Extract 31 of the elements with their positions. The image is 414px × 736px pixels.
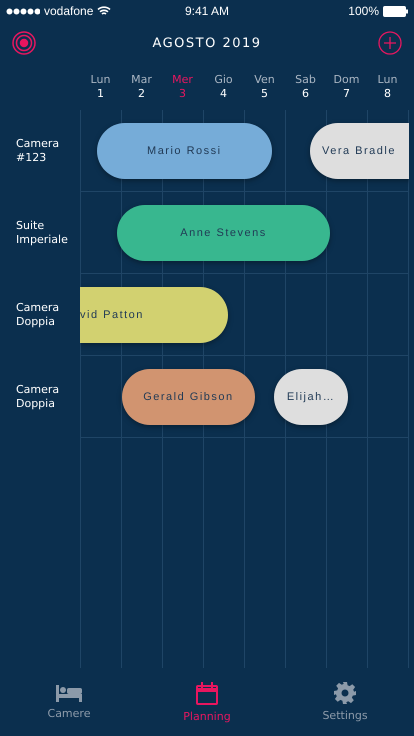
booking-bar[interactable]: vid Patton <box>80 287 228 343</box>
month-title: AGOSTO 2019 <box>152 36 262 50</box>
room-name: Camera #123 <box>16 137 60 165</box>
day-header[interactable]: Ven 5 <box>244 73 285 101</box>
bed-icon <box>56 684 82 702</box>
day-header[interactable]: Sab 6 <box>285 73 326 101</box>
tab-item[interactable]: Camere <box>0 668 138 736</box>
signal-icon <box>6 8 40 14</box>
battery-icon <box>383 6 408 16</box>
room-name: Camera Doppia <box>16 301 60 329</box>
room-name: Camera Doppia <box>16 383 60 411</box>
add-icon[interactable] <box>378 31 402 55</box>
carrier-name: vodafone <box>44 4 94 18</box>
battery-percent: 100% <box>348 4 379 18</box>
tab-item[interactable]: Settings <box>276 668 414 736</box>
settings-icon <box>334 682 356 704</box>
wifi-icon <box>97 6 112 16</box>
booking-bar[interactable]: Gerald Gibson <box>122 369 256 425</box>
day-header[interactable]: Lun 1 <box>80 73 121 101</box>
target-icon[interactable] <box>12 31 36 55</box>
booking-bar[interactable]: Elijah… <box>274 369 348 425</box>
calendar-icon <box>196 682 218 704</box>
room-name: Suite Imperiale <box>16 219 69 247</box>
booking-bar[interactable]: Anne Stevens <box>116 205 330 261</box>
day-header[interactable]: Lun 8 <box>367 73 408 101</box>
clock-time: 9:41 AM <box>184 4 230 18</box>
day-header[interactable]: Mar 2 <box>121 73 162 101</box>
day-header[interactable]: Dom 7 <box>326 73 367 101</box>
booking-bar[interactable]: Vera Bradle <box>310 123 409 179</box>
day-header[interactable]: Gio 4 <box>203 73 244 101</box>
booking-bar[interactable]: Mario Rossi <box>96 123 272 179</box>
